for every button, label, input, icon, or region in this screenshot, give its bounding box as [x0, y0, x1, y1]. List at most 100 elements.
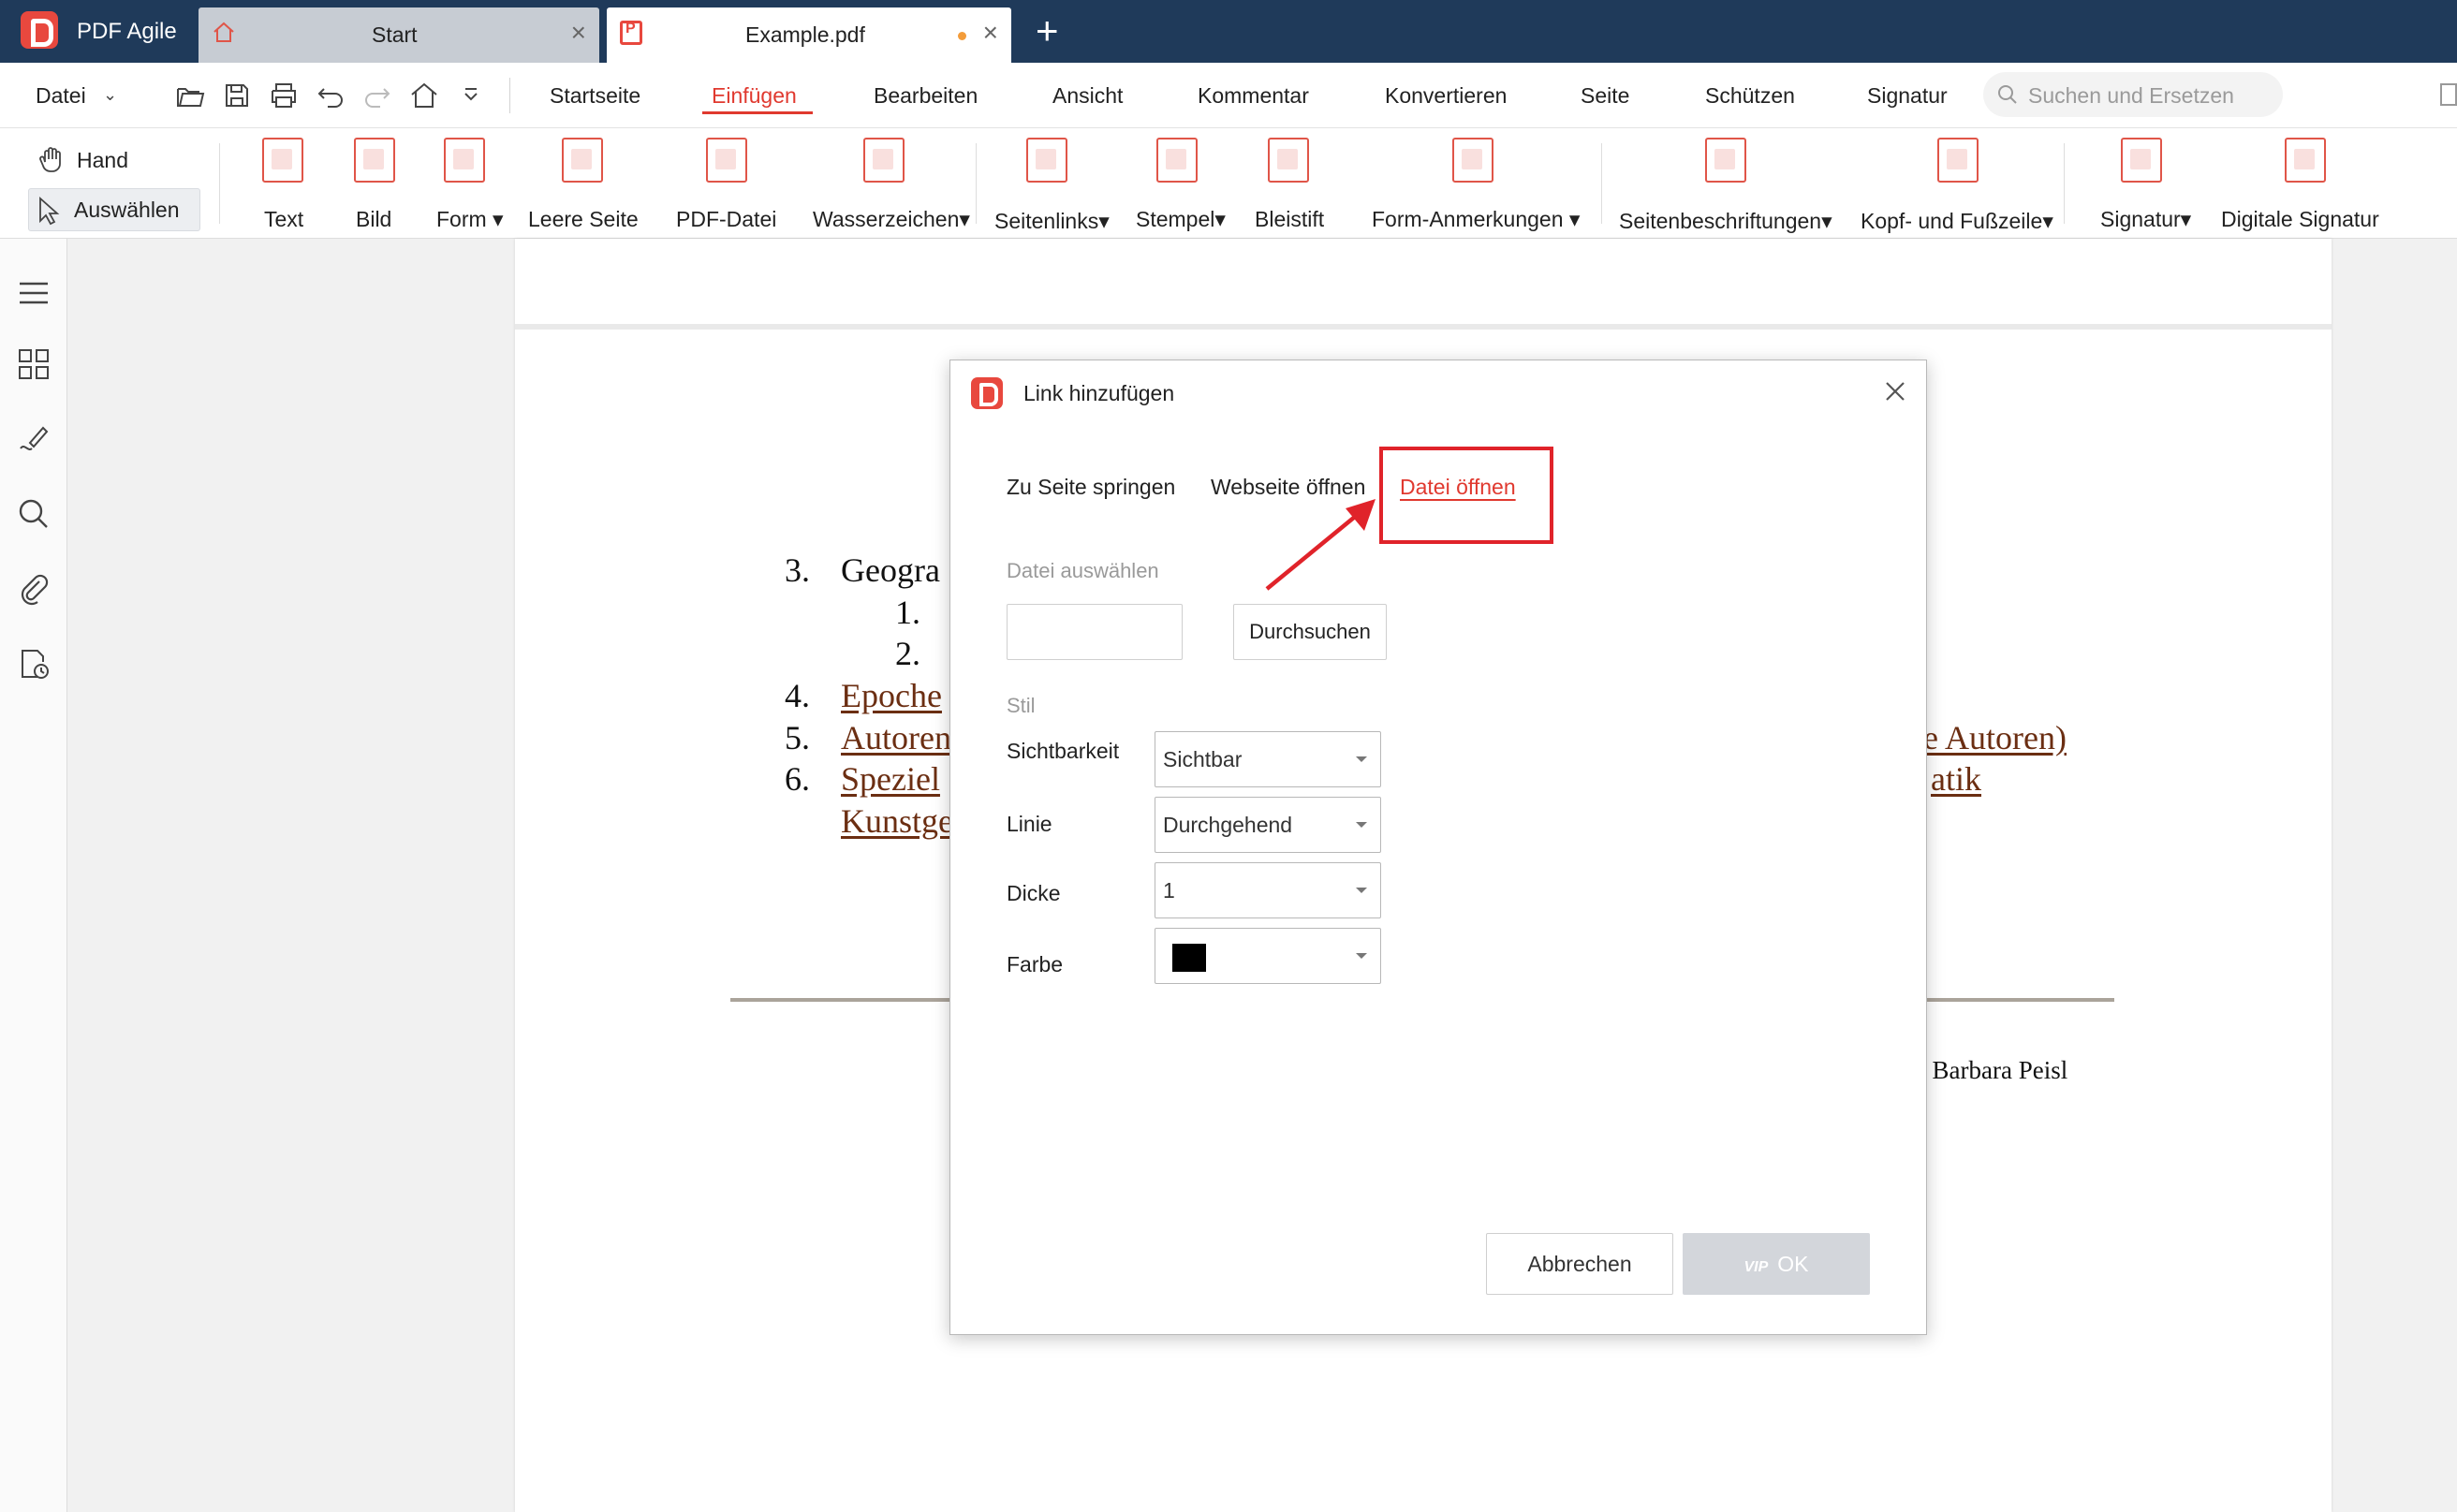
search-icon[interactable]: [17, 497, 51, 531]
digital-signature-icon: [2285, 138, 2326, 183]
page-labels-label: Seitenbeschriftungen▾: [1619, 209, 1832, 233]
watermark-icon: [863, 138, 905, 183]
menu-tab-startseite[interactable]: Startseite: [550, 83, 640, 109]
menu-tab-einfuegen[interactable]: Einfügen: [712, 83, 797, 109]
unsaved-indicator: [958, 32, 966, 40]
cursor-arrow-icon: [39, 196, 60, 226]
signature-label: Signatur▾: [2100, 207, 2192, 231]
style-section-label: Stil: [1007, 694, 1036, 717]
image-icon: [354, 138, 395, 183]
stamp-label: Stempel▾: [1136, 207, 1226, 231]
cancel-button[interactable]: Abbrechen: [1486, 1233, 1673, 1295]
doc-link[interactable]: Kunstge: [841, 801, 953, 841]
menu-tab-bearbeiten[interactable]: Bearbeiten: [874, 83, 978, 109]
attachment-icon[interactable]: [17, 572, 51, 606]
app-name: PDF Agile: [77, 19, 177, 44]
file-menu[interactable]: Datei: [36, 83, 86, 109]
thickness-select[interactable]: 1: [1155, 862, 1381, 918]
search-input[interactable]: Suchen und Ersetzen: [1983, 72, 2283, 117]
select-tool-label: Auswählen: [74, 198, 180, 222]
dialog-title: Link hinzufügen: [1023, 381, 1175, 405]
menu-bar: Datei ⌄ Startseite Einfügen Bearbeiten A…: [0, 63, 2457, 128]
doc-link[interactable]: Epoche: [841, 676, 942, 715]
doc-link[interactable]: atik: [1931, 759, 1981, 799]
collapse-panel-icon[interactable]: [2440, 83, 2457, 106]
hand-icon: [39, 147, 61, 172]
tab-go-to-page[interactable]: Zu Seite springen: [1007, 475, 1175, 500]
insert-shape-label: Form ▾: [436, 207, 504, 231]
tab-example-pdf[interactable]: Example.pdf ×: [607, 7, 1011, 63]
hand-tool-button[interactable]: Hand: [32, 139, 144, 177]
menu-separator: [509, 78, 510, 113]
add-link-dialog: Link hinzufügen Zu Seite springen Websei…: [949, 360, 1927, 1335]
ribbon-separator: [1601, 143, 1602, 224]
menu-tab-ansicht[interactable]: Ansicht: [1052, 83, 1123, 109]
menu-tab-konvertieren[interactable]: Konvertieren: [1385, 83, 1507, 109]
redo-icon[interactable]: [361, 80, 393, 111]
menu-tab-signatur[interactable]: Signatur: [1867, 83, 1948, 109]
app-logo-icon: [21, 11, 58, 49]
tab-start[interactable]: Start ×: [199, 7, 599, 63]
home-icon[interactable]: [408, 80, 440, 111]
thickness-value: 1: [1163, 878, 1175, 903]
ribbon-toolbar: Hand Auswählen Text Bild Form ▾ Leere Se…: [0, 128, 2457, 239]
list-number: 6.: [785, 760, 810, 798]
save-icon[interactable]: [221, 80, 253, 111]
document-history-icon[interactable]: [17, 647, 51, 681]
undo-icon[interactable]: [315, 80, 346, 111]
close-tab-icon[interactable]: ×: [983, 20, 998, 46]
doc-link[interactable]: e Autoren): [1923, 718, 2067, 757]
ribbon-separator: [219, 143, 220, 224]
chevron-down-icon[interactable]: ⌄: [103, 85, 117, 105]
active-tab-underline: [702, 111, 813, 114]
color-swatch: [1172, 944, 1206, 972]
hand-tool-label: Hand: [77, 148, 128, 172]
list-item: Geogra: [841, 551, 940, 589]
dropdown-caret-icon: [1356, 888, 1367, 893]
close-tab-icon[interactable]: ×: [571, 20, 586, 46]
open-folder-icon[interactable]: [174, 80, 206, 111]
line-style-value: Durchgehend: [1163, 813, 1293, 837]
link-icon: [1026, 138, 1067, 183]
doc-link[interactable]: Speziel: [841, 759, 940, 799]
close-icon[interactable]: [1879, 375, 1911, 407]
ok-button[interactable]: VIP OK: [1683, 1233, 1870, 1295]
thumbnails-icon[interactable]: [17, 347, 51, 381]
visibility-select[interactable]: Sichtbar: [1155, 731, 1381, 787]
menu-tab-schuetzen[interactable]: Schützen: [1705, 83, 1795, 109]
pdf-file-icon: [706, 138, 747, 183]
menu-icon[interactable]: [17, 276, 51, 310]
pencil-icon: [1268, 138, 1309, 183]
watermark-label: Wasserzeichen▾: [813, 207, 970, 231]
menu-tab-kommentar[interactable]: Kommentar: [1198, 83, 1309, 109]
dropdown-caret-icon: [1356, 822, 1367, 828]
print-icon[interactable]: [268, 80, 300, 111]
insert-text-label: Text: [264, 207, 304, 231]
annotation-pen-icon[interactable]: [17, 422, 51, 456]
customize-toolbar-icon[interactable]: [455, 80, 487, 111]
list-number: 2.: [895, 635, 920, 672]
select-tool-button[interactable]: Auswählen: [28, 188, 200, 231]
vip-badge: VIP: [1743, 1259, 1769, 1275]
file-path-input[interactable]: [1007, 604, 1183, 660]
doc-author: , Barbara Peisl: [1920, 1056, 2068, 1084]
insert-image-label: Bild: [356, 207, 392, 231]
color-select[interactable]: [1155, 928, 1381, 984]
page-links-label: Seitenlinks▾: [994, 209, 1110, 233]
stamp-icon: [1156, 138, 1198, 183]
header-footer-icon: [1937, 138, 1979, 183]
blank-page-label: Leere Seite: [528, 207, 639, 231]
tab-start-label: Start: [372, 22, 418, 47]
list-number: 5.: [785, 719, 810, 756]
annotation-arrow: [1265, 499, 1376, 591]
blank-page-icon: [562, 138, 603, 183]
browse-button[interactable]: Durchsuchen: [1233, 604, 1387, 660]
tab-example-label: Example.pdf: [745, 22, 865, 47]
doc-link[interactable]: Autoren: [841, 718, 951, 757]
left-sidebar: [0, 239, 67, 1512]
line-style-select[interactable]: Durchgehend: [1155, 797, 1381, 853]
new-tab-plus-icon[interactable]: +: [1036, 11, 1059, 51]
signature-icon: [2121, 138, 2162, 183]
ribbon-separator: [976, 143, 977, 224]
menu-tab-seite[interactable]: Seite: [1581, 83, 1629, 109]
